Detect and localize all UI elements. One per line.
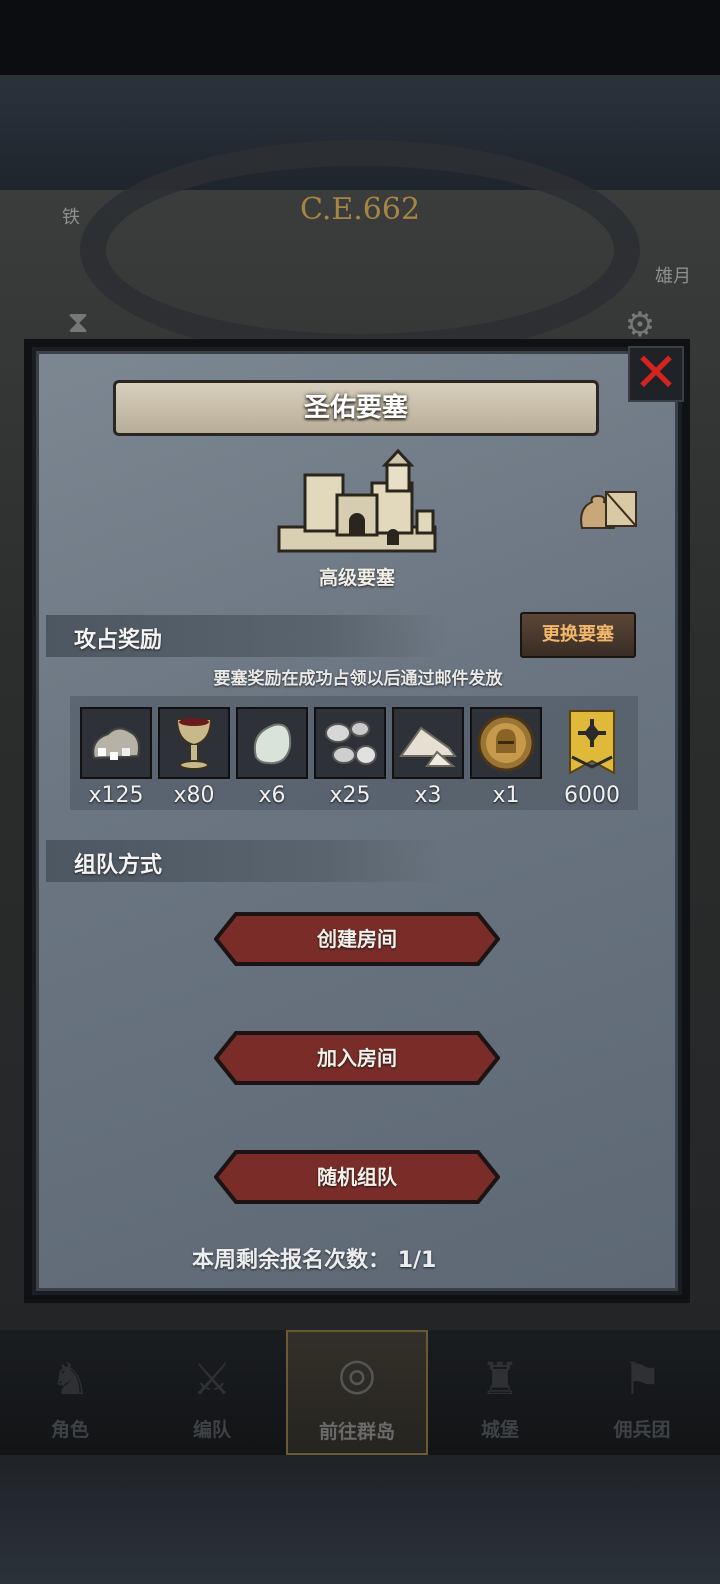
rewards-hint: 要塞奖励在成功占领以后通过邮件发放	[213, 669, 503, 689]
nav-item-islands[interactable]: ◎ 前往群岛	[286, 1330, 428, 1455]
nav-item-mercenary[interactable]: ⚑ 佣兵团	[572, 1345, 712, 1455]
join-room-button[interactable]: 加入房间	[214, 1031, 500, 1085]
rewards-section-title: 攻占奖励	[74, 628, 163, 653]
silver-nuggets-icon	[325, 721, 377, 765]
knight-icon: ♞	[50, 1354, 90, 1405]
nav-item-castle[interactable]: ♜ 城堡	[430, 1345, 570, 1455]
remaining-value: 1/1	[397, 1248, 437, 1273]
era-label: C.E.662	[299, 192, 421, 227]
era-dial	[80, 140, 640, 360]
reward-item[interactable]: x80	[158, 707, 230, 808]
reward-qty: x125	[88, 783, 144, 808]
reward-qty: x6	[258, 783, 286, 808]
reward-item[interactable]: x1	[470, 707, 542, 808]
dialog-title: 圣佑要塞	[113, 380, 599, 436]
reward-item[interactable]: x25	[314, 707, 386, 808]
reward-qty: x25	[329, 783, 371, 808]
reward-item[interactable]: x6	[236, 707, 308, 808]
bottom-band	[0, 1455, 720, 1584]
nav-item-formation[interactable]: ⚔ 编队	[142, 1345, 282, 1455]
mercenary-flag-icon: ⚑	[622, 1354, 662, 1405]
silver-ore-pile-icon	[92, 727, 140, 760]
join-room-label: 加入房间	[317, 1046, 397, 1070]
gear-icon: ⚙	[624, 305, 656, 345]
formation-icon: ⚔	[192, 1354, 232, 1405]
reward-qty: 6000	[564, 783, 620, 808]
compass-globe-icon: ◎	[337, 1349, 377, 1400]
supply-bag-crate-icon[interactable]	[578, 484, 640, 534]
close-button[interactable]: ✕	[628, 346, 684, 402]
swap-fortress-button[interactable]: 更换要塞	[520, 612, 636, 658]
create-room-label: 创建房间	[317, 927, 397, 951]
fortress-icon	[277, 448, 437, 553]
nav-item-character[interactable]: ♞ 角色	[0, 1345, 140, 1455]
hourglass-icon: ⧗	[67, 305, 89, 340]
reward-item[interactable]: 6000	[556, 707, 628, 808]
reward-qty: x80	[173, 783, 215, 808]
nav-label: 前往群岛	[318, 1421, 395, 1443]
background-text-right: 雄月	[655, 266, 691, 287]
fortress-level-label: 高级要塞	[318, 567, 395, 589]
nav-label: 佣兵团	[613, 1419, 671, 1441]
team-section-title: 组队方式	[74, 853, 163, 878]
reward-qty: x3	[414, 783, 442, 808]
remaining-label: 本周剩余报名次数：	[192, 1248, 391, 1273]
guild-banner-icon	[569, 710, 615, 775]
knight-helmet-medal-icon	[477, 714, 535, 772]
background-text-left: 铁	[62, 207, 80, 228]
moonstone-icon	[253, 723, 292, 765]
create-room-button[interactable]: 创建房间	[214, 912, 500, 966]
status-bar	[0, 0, 720, 75]
reward-item[interactable]: x3	[392, 707, 464, 808]
castle-icon: ♜	[480, 1354, 520, 1405]
remaining-signups: 本周剩余报名次数： 1/1	[192, 1242, 436, 1274]
close-x-icon: ✕	[633, 341, 679, 404]
salt-pile-icon	[399, 726, 457, 767]
nav-label: 城堡	[480, 1419, 519, 1441]
nav-label: 编队	[192, 1419, 231, 1441]
reward-item[interactable]: x125	[80, 707, 152, 808]
nav-label: 角色	[50, 1419, 89, 1441]
random-team-label: 随机组队	[317, 1165, 397, 1189]
goblet-icon	[175, 718, 213, 770]
reward-qty: x1	[492, 783, 520, 808]
random-team-button[interactable]: 随机组队	[214, 1150, 500, 1204]
